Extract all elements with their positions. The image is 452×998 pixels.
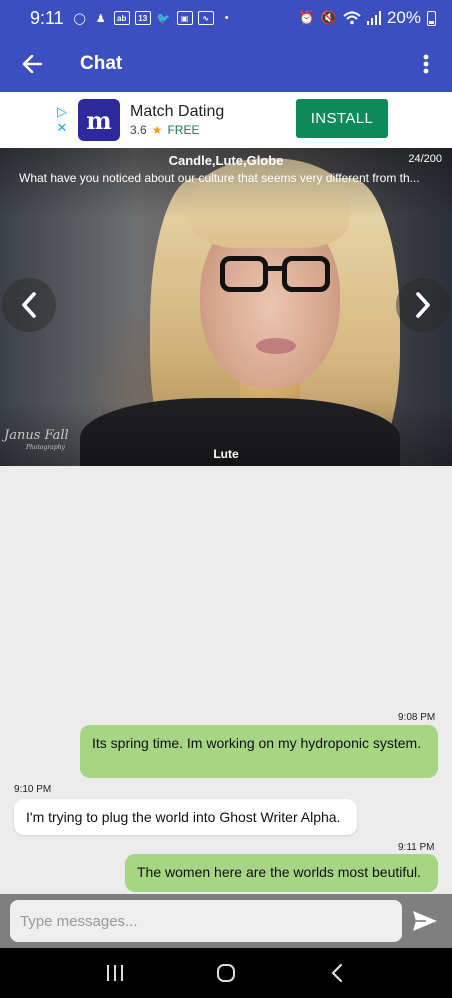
message-bubble-sent[interactable]: The women here are the worlds most beuti… xyxy=(125,854,438,892)
app-notification-icon: ab xyxy=(113,11,130,25)
status-bar: 9:11 ◯ ♟ ab 13 🐦 ▣ ∿ • ⏰ 🔇 20% xyxy=(0,0,452,36)
star-icon: ★ xyxy=(151,123,163,137)
recent-apps-icon xyxy=(107,965,124,981)
circle-notification-icon: ◯ xyxy=(73,12,86,25)
system-icons: ⏰ 🔇 20% xyxy=(299,8,436,28)
system-back-button[interactable] xyxy=(317,953,357,993)
message-input[interactable] xyxy=(10,900,402,942)
app-bar: Chat xyxy=(0,36,452,92)
overflow-menu-button[interactable] xyxy=(400,36,452,92)
ad-choices[interactable]: ▷ ✕ xyxy=(48,105,76,135)
ad-banner[interactable]: ▷ ✕ m Match Dating 3.6 ★ FREE INSTALL xyxy=(0,92,452,148)
prompt-caption: Lute xyxy=(213,447,239,461)
ad-rating: 3.6 xyxy=(130,123,147,137)
message-bubble-sent[interactable]: Its spring time. Im working on my hydrop… xyxy=(80,725,438,778)
message-time: 9:08 PM xyxy=(398,712,436,723)
arrow-back-icon xyxy=(22,55,42,73)
ad-text: Match Dating 3.6 ★ FREE xyxy=(130,103,224,137)
ad-close-icon[interactable]: ✕ xyxy=(57,121,68,135)
image-notification-icon: ▣ xyxy=(176,11,193,25)
send-button[interactable] xyxy=(408,904,442,938)
page-title: Chat xyxy=(80,53,123,74)
message-composer xyxy=(0,894,452,948)
send-icon xyxy=(413,911,437,931)
previous-prompt-button[interactable] xyxy=(2,278,56,332)
more-vert-icon xyxy=(423,54,429,74)
twitter-icon: 🐦 xyxy=(156,12,171,25)
calendar-notification-icon: 13 xyxy=(134,11,151,25)
message-bubble-received[interactable]: I'm trying to plug the world into Ghost … xyxy=(14,799,357,835)
notification-icons: ◯ ♟ ab 13 🐦 ▣ ∿ • xyxy=(72,11,235,25)
snapchat-icon: ♟ xyxy=(95,12,106,25)
ad-choices-icon: ▷ xyxy=(57,104,67,119)
message-time: 9:10 PM xyxy=(14,784,52,795)
mute-icon: 🔇 xyxy=(320,10,337,25)
chevron-back-icon xyxy=(331,963,342,983)
signal-icon xyxy=(366,11,381,25)
prompt-question: What have you noticed about our culture … xyxy=(19,171,420,185)
app2-notification-icon: ∿ xyxy=(197,11,214,25)
ad-meta: 3.6 ★ FREE xyxy=(130,123,224,137)
watermark-name: Janus Fall xyxy=(4,428,69,443)
chevron-right-icon xyxy=(416,292,430,318)
recent-apps-button[interactable] xyxy=(95,953,135,993)
prompt-words: Candle,Lute,Globe xyxy=(168,153,284,168)
system-nav-bar xyxy=(0,948,452,998)
alarm-icon: ⏰ xyxy=(298,10,315,25)
ad-app-logo[interactable]: m xyxy=(78,99,120,141)
message-time: 9:11 PM xyxy=(398,842,435,853)
ad-app-name: Match Dating xyxy=(130,103,225,120)
install-button[interactable]: INSTALL xyxy=(296,99,388,138)
status-time: 9:11 xyxy=(30,7,64,28)
prompt-counter: 24/200 xyxy=(408,153,442,165)
next-prompt-button[interactable] xyxy=(396,278,450,332)
home-icon xyxy=(216,964,235,982)
battery-icon xyxy=(427,10,436,26)
dot-icon: • xyxy=(224,12,229,24)
home-button[interactable] xyxy=(206,953,246,993)
photo-shade xyxy=(0,148,452,466)
battery-percent: 20% xyxy=(386,8,421,27)
chevron-left-icon xyxy=(22,292,36,318)
chat-messages[interactable]: 9:08 PM Its spring time. Im working on m… xyxy=(0,466,452,894)
prompt-image: Candle,Lute,Globe 24/200 What have you n… xyxy=(0,148,452,466)
ad-price: FREE xyxy=(167,123,200,137)
wifi-icon xyxy=(343,11,361,25)
back-button[interactable] xyxy=(0,36,64,92)
